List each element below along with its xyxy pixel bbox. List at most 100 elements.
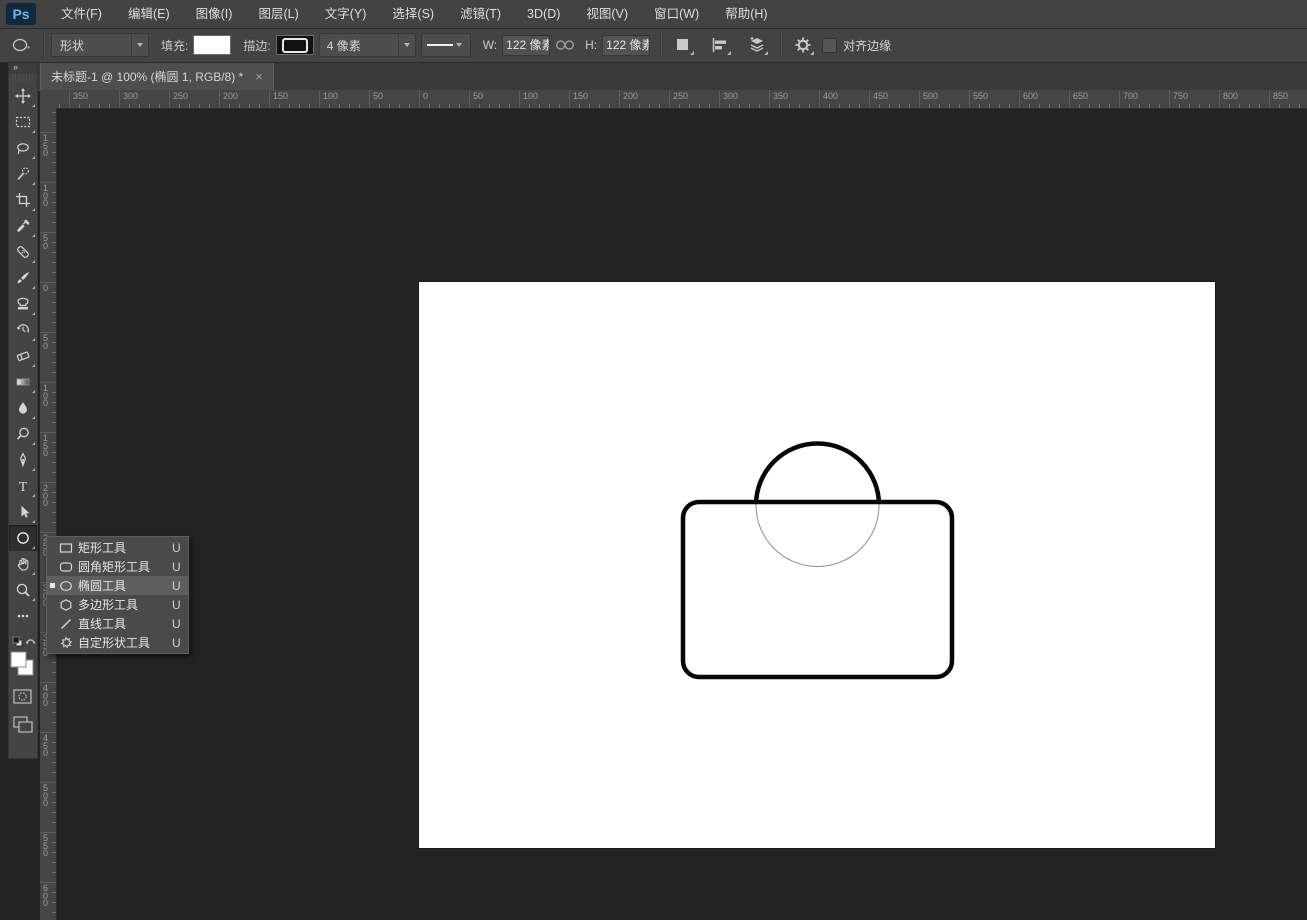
pen-tool[interactable] bbox=[9, 447, 37, 473]
chevron-down-icon bbox=[137, 43, 143, 47]
shape-menu-item-custom-shape-tool[interactable]: 自定形状工具U bbox=[47, 633, 188, 652]
shape-menu-item-line-tool[interactable]: 直线工具U bbox=[47, 614, 188, 633]
photoshop-logo: Ps bbox=[6, 3, 36, 25]
rectangle-tool-icon bbox=[57, 541, 75, 555]
path-arrangement-button[interactable] bbox=[745, 33, 769, 57]
stroke-swatch[interactable] bbox=[276, 35, 314, 55]
path-operations-button[interactable] bbox=[671, 33, 695, 57]
fill-swatch[interactable] bbox=[193, 35, 231, 55]
dodge-tool[interactable] bbox=[9, 421, 37, 447]
ellipse-icon bbox=[12, 36, 32, 54]
blur-tool[interactable] bbox=[9, 395, 37, 421]
brush-tool[interactable] bbox=[9, 265, 37, 291]
clone-stamp-tool[interactable] bbox=[9, 291, 37, 317]
shape-menu-item-rectangle-tool[interactable]: 矩形工具U bbox=[47, 538, 188, 557]
swap-colors-icon[interactable] bbox=[26, 640, 36, 644]
eyedropper-tool[interactable] bbox=[9, 213, 37, 239]
path-selection-tool[interactable] bbox=[9, 499, 37, 525]
menu-item-filter[interactable]: 滤镜(T) bbox=[447, 0, 514, 28]
quick-selection-tool[interactable] bbox=[9, 161, 37, 187]
svg-text:T: T bbox=[19, 480, 28, 494]
foreground-color-swatch[interactable] bbox=[11, 652, 26, 667]
rectangular-marquee-tool[interactable] bbox=[9, 109, 37, 135]
menu-item-3d[interactable]: 3D(D) bbox=[514, 0, 573, 28]
line-tool-icon bbox=[57, 617, 75, 631]
ruler-label: 2 0 0 bbox=[43, 485, 48, 508]
vertical-ruler[interactable]: 1 5 01 0 05 005 01 0 01 5 02 0 02 5 03 0… bbox=[40, 108, 57, 920]
document-tab-bar: 未标题-1 @ 100% (椭圆 1, RGB/8) * × bbox=[36, 62, 1307, 91]
stroke-width-select[interactable]: 4 像素 bbox=[319, 33, 416, 57]
spot-healing-brush-tool[interactable] bbox=[9, 239, 37, 265]
panel-grip[interactable]: |||||||| bbox=[9, 74, 37, 83]
options-bar: 形状 填充: 描边: 4 像素 W: 122 像素 H: 122 像素 bbox=[0, 28, 1307, 63]
color-widget bbox=[9, 635, 37, 755]
stroke-style-select[interactable] bbox=[421, 33, 471, 57]
menu-item-image[interactable]: 图像(I) bbox=[183, 0, 246, 28]
menu-item-file[interactable]: 文件(F) bbox=[48, 0, 115, 28]
align-edges-checkbox[interactable] bbox=[822, 38, 837, 53]
menu-item-window[interactable]: 窗口(W) bbox=[641, 0, 712, 28]
ellipse-tool-icon bbox=[57, 579, 75, 593]
shape-height-input[interactable]: 122 像素 bbox=[602, 35, 650, 56]
type-tool[interactable]: T bbox=[9, 473, 37, 499]
default-colors-icon[interactable] bbox=[13, 637, 22, 646]
menu-item-select[interactable]: 选择(S) bbox=[379, 0, 447, 28]
crop-tool[interactable] bbox=[9, 187, 37, 213]
menu-item-type[interactable]: 文字(Y) bbox=[312, 0, 380, 28]
eraser-tool[interactable] bbox=[9, 343, 37, 369]
shape-width-input[interactable]: 122 像素 bbox=[502, 35, 550, 56]
ruler-label: 5 0 bbox=[43, 235, 48, 250]
tool-preset-picker[interactable] bbox=[10, 33, 34, 57]
ruler-label: 150 bbox=[573, 91, 588, 101]
zoom-tool[interactable] bbox=[9, 577, 37, 603]
ellipse-tool[interactable] bbox=[9, 525, 37, 551]
ruler-label: 4 5 0 bbox=[43, 735, 48, 758]
shape-menu-item-ellipse-tool[interactable]: 椭圆工具U bbox=[47, 576, 188, 595]
gradient-tool[interactable] bbox=[9, 369, 37, 395]
ruler-label: 350 bbox=[73, 91, 88, 101]
ruler-label: 1 0 0 bbox=[43, 185, 48, 208]
lasso-tool[interactable] bbox=[9, 135, 37, 161]
ruler-label: 750 bbox=[1173, 91, 1188, 101]
tool-mode-select[interactable]: 形状 bbox=[51, 33, 149, 57]
path-alignment-button[interactable] bbox=[708, 33, 732, 57]
hand-tool[interactable] bbox=[9, 551, 37, 577]
document-tab[interactable]: 未标题-1 @ 100% (椭圆 1, RGB/8) * × bbox=[40, 62, 274, 90]
history-brush-tool[interactable] bbox=[9, 317, 37, 343]
rounded-rectangle-tool-icon bbox=[57, 560, 75, 574]
polygon-tool-icon bbox=[57, 598, 75, 612]
fill-label: 填充: bbox=[161, 37, 188, 54]
horizontal-ruler[interactable]: 3503002502001501005005010015020025030035… bbox=[56, 90, 1307, 109]
menu-item-view[interactable]: 视图(V) bbox=[573, 0, 641, 28]
close-icon[interactable]: × bbox=[255, 70, 263, 83]
ruler-label: 50 bbox=[373, 91, 383, 101]
ruler-label: 150 bbox=[273, 91, 288, 101]
chevron-down-icon bbox=[456, 43, 462, 47]
menu-item-help[interactable]: 帮助(H) bbox=[712, 0, 780, 28]
height-label: H: bbox=[585, 38, 597, 52]
canvas[interactable] bbox=[419, 282, 1215, 848]
move-tool[interactable] bbox=[9, 83, 37, 109]
separator bbox=[660, 32, 662, 58]
canvas-shapes bbox=[419, 282, 1215, 848]
menu-item-edit[interactable]: 编辑(E) bbox=[115, 0, 183, 28]
screen-mode-icon[interactable] bbox=[14, 717, 32, 732]
ruler-origin-corner[interactable] bbox=[40, 90, 57, 109]
stroke-frame-icon bbox=[282, 38, 308, 53]
photoshop-window: Ps 文件(F)编辑(E)图像(I)图层(L)文字(Y)选择(S)滤镜(T)3D… bbox=[0, 0, 1307, 920]
quick-mask-icon[interactable] bbox=[14, 690, 31, 703]
shape-menu-item-polygon-tool[interactable]: 多边形工具U bbox=[47, 595, 188, 614]
tool-buttons: T bbox=[9, 83, 37, 629]
edit-toolbar-icon[interactable] bbox=[9, 603, 37, 629]
ruler-label: 300 bbox=[723, 91, 738, 101]
panel-collapse-button[interactable]: » bbox=[9, 62, 37, 74]
ruler-label: 600 bbox=[1023, 91, 1038, 101]
shape-menu-item-rounded-rectangle-tool[interactable]: 圆角矩形工具U bbox=[47, 557, 188, 576]
ruler-label: 550 bbox=[973, 91, 988, 101]
ruler-label: 800 bbox=[1223, 91, 1238, 101]
shape-settings-button[interactable] bbox=[791, 33, 815, 57]
menu-item-layer[interactable]: 图层(L) bbox=[245, 0, 311, 28]
ruler-label: 5 0 0 bbox=[43, 785, 48, 808]
custom-shape-tool-icon bbox=[57, 636, 75, 650]
link-dimensions-button[interactable] bbox=[553, 33, 577, 57]
